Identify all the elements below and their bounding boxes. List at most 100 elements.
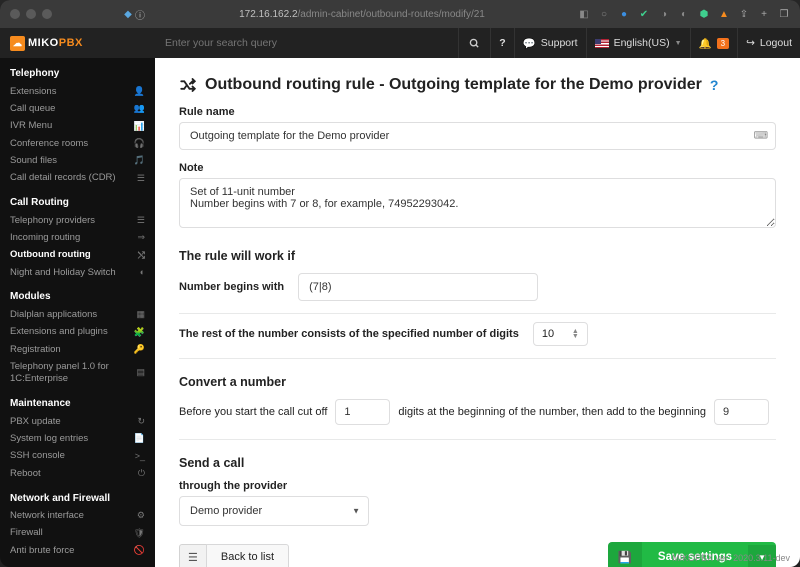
save-icon: 💾 — [608, 542, 642, 567]
back-button[interactable]: ☰ Back to list — [179, 544, 289, 567]
sidebar-item-icon: 🧩 — [133, 327, 145, 339]
chevron-down-icon: ▼ — [352, 507, 360, 516]
sidebar-item[interactable]: Call detail records (CDR)☰ — [0, 170, 155, 187]
ext-icon[interactable]: ▲ — [718, 8, 730, 20]
sidebar-item-icon: ⇒ — [133, 232, 145, 244]
sidebar-item[interactable]: Outbound routing⤭ — [0, 247, 155, 264]
sidebar-item-label: Reboot — [10, 468, 41, 480]
us-flag-icon — [595, 39, 609, 48]
shield-icon: ◆ — [122, 8, 134, 20]
note-label: Note — [179, 162, 776, 174]
traffic-light-minimize[interactable] — [26, 9, 36, 19]
sidebar-item-icon: 📄 — [133, 433, 145, 445]
note-textarea[interactable] — [179, 178, 776, 228]
list-icon: ☰ — [179, 544, 206, 567]
help-button[interactable]: ? — [490, 28, 513, 58]
add-begin-input[interactable] — [714, 399, 769, 425]
sidebar-item[interactable]: Incoming routing ⇒ — [0, 229, 155, 246]
sidebar-item[interactable]: System log entries 📄 — [0, 431, 155, 448]
cut-off-input[interactable] — [335, 399, 390, 425]
sidebar-item[interactable]: Extensions 👤 — [0, 83, 155, 100]
help-icon[interactable]: ? — [710, 77, 719, 93]
search-button[interactable] — [458, 28, 490, 58]
ext-icon[interactable]: ◧ — [578, 8, 590, 20]
sidebar-item-label: Conference rooms — [10, 138, 88, 150]
sidebar-item[interactable]: SSH console>_ — [0, 448, 155, 465]
sidebar-item-icon: 👤 — [133, 86, 145, 98]
sidebar-item[interactable]: Call queue👥 — [0, 100, 155, 117]
sidebar-item[interactable]: Reboot ⏻ — [0, 465, 155, 482]
sidebar-item[interactable]: Registration🔑 — [0, 341, 155, 358]
sidebar-item[interactable]: Anti brute force🚫 — [0, 542, 155, 559]
sidebar-item-label: Telephony panel 1.0 for 1C:Enterprise — [10, 361, 136, 386]
address-bar[interactable]: 172.16.162.2/admin-cabinet/outbound-rout… — [146, 9, 578, 20]
sidebar-item-label: IVR Menu — [10, 120, 52, 132]
sidebar-item-label: Incoming routing — [10, 232, 80, 244]
sidebar: Telephony Extensions 👤 Call queue👥 IVR Menu 📊… — [0, 58, 155, 567]
sidebar-item[interactable]: Dialplan applications▦ — [0, 306, 155, 323]
convert-heading: Convert a number — [179, 375, 776, 389]
rest-digits-input[interactable]: 10 ▲▼ — [533, 322, 588, 346]
rule-work-heading: The rule will work if — [179, 249, 776, 263]
sidebar-item[interactable]: PBX update↻ — [0, 413, 155, 430]
sidebar-item-icon: ⏻ — [133, 468, 145, 480]
sidebar-item[interactable]: IVR Menu 📊 — [0, 118, 155, 135]
sidebar-item-icon: ⚙ — [133, 510, 145, 522]
sidebar-item[interactable]: Firewall🛡 — [0, 525, 155, 542]
logout-button[interactable]: ↪ Logout — [737, 28, 800, 58]
language-switcher[interactable]: English(US) ▼ — [586, 28, 690, 58]
sidebar-item-label: Night and Holiday Switch — [10, 267, 116, 279]
sidebar-item-icon: 📊 — [133, 121, 145, 133]
sidebar-item-icon: ☰ — [133, 215, 145, 227]
sidebar-item[interactable]: Sound files🎵 — [0, 152, 155, 169]
sidebar-item-label: Network interface — [10, 510, 84, 522]
cut-off-text-after: digits at the beginning of the number, t… — [398, 406, 706, 418]
main-content: Outbound routing rule - Outgoing templat… — [155, 58, 800, 567]
sidebar-item-label: Call detail records (CDR) — [10, 172, 116, 184]
rule-name-label: Rule name — [179, 106, 776, 118]
sidebar-item[interactable]: Telephony providers ☰ — [0, 212, 155, 229]
sidebar-item-icon: 🎧 — [133, 138, 145, 150]
support-link[interactable]: 💬 Support — [514, 28, 586, 58]
provider-select[interactable]: Demo provider — [179, 496, 369, 526]
logout-icon: ↪ — [746, 37, 755, 49]
sidebar-item-label: Extensions — [10, 86, 56, 98]
sidebar-item-label: Sound files — [10, 155, 57, 167]
rule-name-input[interactable] — [179, 122, 776, 150]
number-begins-label: Number begins with — [179, 281, 284, 293]
sidebar-item-label: System log entries — [10, 433, 88, 445]
sidebar-item[interactable]: Extensions and plugins🧩 — [0, 324, 155, 341]
logo[interactable]: ☁ MIKOPBX — [0, 31, 155, 56]
sidebar-item-label: Telephony providers — [10, 215, 95, 227]
sidebar-section-header: Call Routing — [0, 193, 155, 212]
sidebar-item-label: Outbound routing — [10, 249, 91, 261]
upload-icon[interactable]: ⇪ — [738, 8, 750, 20]
sidebar-item-label: Registration — [10, 344, 61, 356]
ext-icon[interactable]: ⬢ — [698, 8, 710, 20]
traffic-light-close[interactable] — [10, 9, 20, 19]
notifications-button[interactable]: 🔔 3 — [690, 28, 738, 58]
sidebar-item[interactable]: Conference rooms 🎧 — [0, 135, 155, 152]
ext-icon[interactable]: ✔ — [638, 8, 650, 20]
sidebar-item-label: Anti brute force — [10, 545, 74, 557]
sidebar-item-icon: 🛡 — [133, 528, 145, 540]
shuffle-icon — [179, 76, 197, 94]
traffic-light-zoom[interactable] — [42, 9, 52, 19]
ext-icon[interactable]: ● — [618, 8, 630, 20]
newtab-icon[interactable]: + — [758, 8, 770, 20]
cut-off-text-before: Before you start the call cut off — [179, 406, 327, 418]
tabs-icon[interactable]: ❐ — [778, 8, 790, 20]
number-begins-input[interactable] — [298, 273, 538, 301]
ext-icon[interactable]: ○ — [598, 8, 610, 20]
sidebar-section-header: Telephony — [0, 64, 155, 83]
bell-icon: 🔔 — [699, 37, 712, 50]
sidebar-section-header: Network and Firewall — [0, 489, 155, 508]
sidebar-item[interactable]: Telephony panel 1.0 for 1C:Enterprise▤ — [0, 358, 155, 388]
search-input[interactable] — [165, 37, 448, 49]
ext-icon[interactable]: ◐ — [678, 8, 690, 20]
sidebar-item[interactable]: Network interface ⚙ — [0, 508, 155, 525]
ext-icon[interactable]: ◑ — [658, 8, 670, 20]
sidebar-item-icon: >_ — [133, 451, 145, 463]
sidebar-item[interactable]: Night and Holiday Switch ◐ — [0, 264, 155, 281]
sidebar-item-icon: ◐ — [133, 267, 145, 279]
